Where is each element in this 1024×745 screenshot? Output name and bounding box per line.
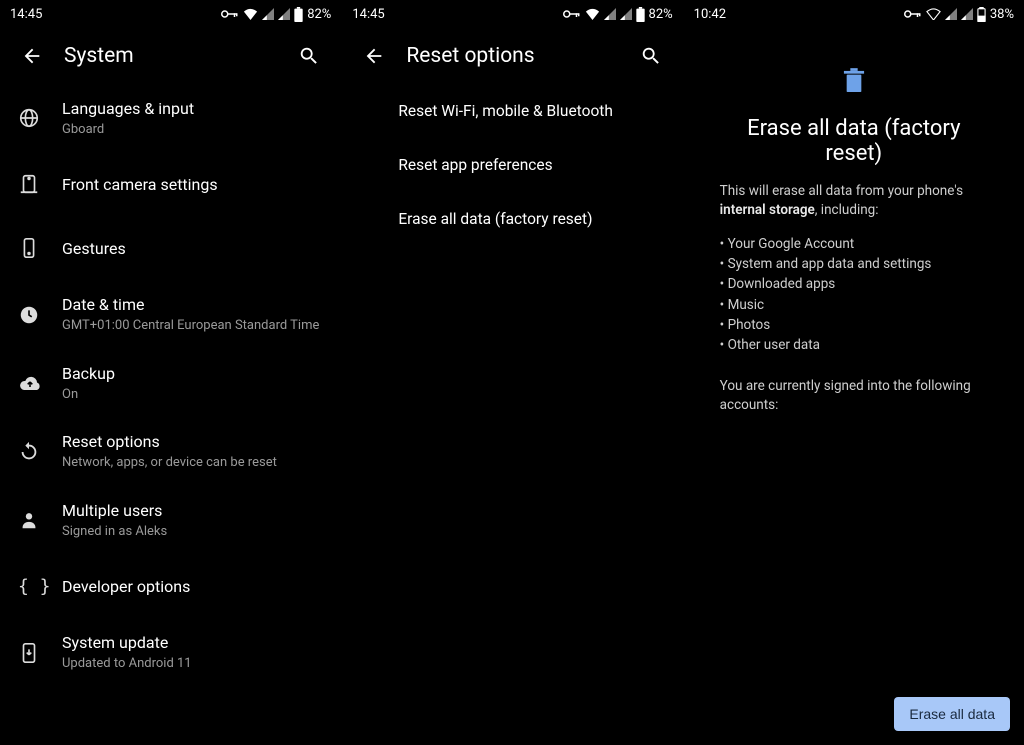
languages-input-item[interactable]: Languages & input Gboard [0, 84, 341, 152]
back-button[interactable] [354, 36, 394, 76]
gestures-icon [18, 237, 40, 259]
reset-options-list: Reset Wi-Fi, mobile & Bluetooth Reset ap… [342, 84, 682, 745]
battery-icon [977, 7, 986, 22]
erase-bullets: Your Google Account System and app data … [720, 234, 988, 356]
bullet-item: Photos [720, 315, 988, 335]
settings-list: Languages & input Gboard Front camera se… [0, 84, 341, 745]
vpn-key-icon [563, 9, 581, 19]
erase-all-data-screen: 10:42 38% Erase all data (factory reset)… [683, 0, 1024, 745]
search-icon [298, 45, 320, 67]
back-button[interactable] [12, 36, 52, 76]
app-bar: System [0, 28, 341, 84]
search-button[interactable] [631, 36, 671, 76]
system-update-item[interactable]: System update Updated to Android 11 [0, 618, 341, 686]
date-time-item[interactable]: Date & time GMT+01:00 Central European S… [0, 280, 341, 348]
clock-icon [18, 304, 40, 326]
status-icons: 82% [221, 7, 331, 22]
wifi-icon [585, 8, 600, 20]
developer-options-item[interactable]: { } Developer options [0, 554, 341, 618]
wifi-icon [243, 8, 258, 20]
search-button[interactable] [289, 36, 329, 76]
app-bar: Reset options [342, 28, 682, 84]
reset-options-item[interactable]: Reset options Network, apps, or device c… [0, 417, 341, 485]
signal-icon-1 [262, 8, 274, 20]
status-bar: 14:45 82% [342, 0, 682, 28]
front-camera-icon [18, 173, 40, 195]
item-subtitle: Gboard [62, 122, 325, 139]
bullet-item: System and app data and settings [720, 254, 988, 274]
signal-icon-1 [604, 8, 616, 20]
bullet-item: Other user data [720, 335, 988, 355]
globe-icon [18, 107, 40, 129]
multiple-users-item[interactable]: Multiple users Signed in as Aleks [0, 486, 341, 554]
erase-all-data-button[interactable]: Erase all data [894, 697, 1010, 731]
signal-icon-2 [961, 8, 973, 20]
item-title: Gestures [62, 238, 325, 260]
system-settings-screen: 14:45 82% System Languages & input Gboar… [0, 0, 341, 745]
vpn-key-icon [221, 9, 239, 19]
item-subtitle: On [62, 387, 325, 404]
arrow-back-icon [21, 45, 43, 67]
signed-in-text: You are currently signed into the follow… [720, 377, 988, 415]
system-update-icon [18, 642, 40, 664]
erase-all-data-item[interactable]: Erase all data (factory reset) [342, 192, 682, 246]
item-title: Developer options [62, 576, 325, 598]
battery-percent: 82% [649, 7, 673, 22]
bullet-item: Your Google Account [720, 234, 988, 254]
signal-icon-1 [945, 8, 957, 20]
item-title: System update [62, 632, 325, 654]
reset-wifi-mobile-bluetooth-item[interactable]: Reset Wi-Fi, mobile & Bluetooth [342, 84, 682, 138]
erase-title: Erase all data (factory reset) [720, 116, 988, 166]
gestures-item[interactable]: Gestures [0, 216, 341, 280]
item-title: Reset options [62, 431, 325, 453]
search-icon [640, 45, 662, 67]
item-subtitle: GMT+01:00 Central European Standard Time [62, 318, 325, 335]
item-subtitle: Updated to Android 11 [62, 656, 325, 673]
front-camera-item[interactable]: Front camera settings [0, 152, 341, 216]
page-title: Reset options [406, 44, 630, 68]
user-icon [18, 509, 40, 531]
status-time: 14:45 [10, 7, 42, 22]
item-subtitle: Network, apps, or device can be reset [62, 455, 325, 472]
reset-icon [18, 441, 40, 463]
status-icons: 38% [904, 7, 1014, 22]
footer: Erase all data [894, 697, 1010, 731]
item-subtitle: Signed in as Aleks [62, 524, 325, 541]
reset-options-screen: 14:45 82% Reset options Reset Wi-Fi, mob… [341, 0, 682, 745]
item-title: Date & time [62, 294, 325, 316]
item-title: Multiple users [62, 500, 325, 522]
signal-icon-2 [620, 8, 632, 20]
braces-icon: { } [18, 576, 51, 597]
item-title: Backup [62, 363, 325, 385]
erase-description: This will erase all data from your phone… [720, 182, 988, 220]
page-title: System [64, 44, 289, 68]
reset-app-preferences-item[interactable]: Reset app preferences [342, 138, 682, 192]
battery-icon [636, 7, 645, 22]
backup-item[interactable]: Backup On [0, 349, 341, 417]
status-bar: 10:42 38% [684, 0, 1024, 28]
trash-icon [720, 68, 988, 98]
item-title: Front camera settings [62, 174, 325, 196]
battery-icon [294, 7, 303, 22]
erase-content: Erase all data (factory reset) This will… [684, 28, 1024, 745]
battery-percent: 82% [307, 7, 331, 22]
status-time: 14:45 [352, 7, 384, 22]
wifi-icon [926, 8, 941, 20]
battery-percent: 38% [990, 7, 1014, 22]
status-time: 10:42 [694, 7, 726, 22]
item-title: Languages & input [62, 98, 325, 120]
bullet-item: Downloaded apps [720, 274, 988, 294]
vpn-key-icon [904, 9, 922, 19]
arrow-back-icon [363, 45, 385, 67]
bullet-item: Music [720, 295, 988, 315]
status-bar: 14:45 82% [0, 0, 341, 28]
status-icons: 82% [563, 7, 673, 22]
cloud-upload-icon [18, 374, 42, 392]
signal-icon-2 [278, 8, 290, 20]
